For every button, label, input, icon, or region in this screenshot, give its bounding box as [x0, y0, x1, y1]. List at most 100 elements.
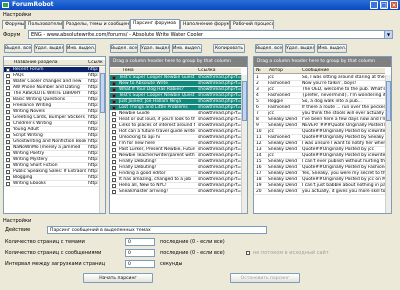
pages-topics-input[interactable]: 0	[125, 238, 155, 246]
right-invert-button[interactable]: Инв. выдел.	[317, 44, 347, 53]
row-checkbox[interactable]	[112, 178, 116, 182]
sections-grid-header: Название раздела Ссылк	[4, 60, 105, 66]
table-row[interactable]: Sneakmaster arriving! showthread.php?t=12	[110, 189, 241, 195]
row-title: Writing Ebooks	[13, 181, 46, 186]
stop-parsing-button[interactable]: Остановить парсинг	[230, 273, 300, 283]
settings-group-label: Настройки	[3, 218, 32, 224]
row-checkbox[interactable]	[6, 116, 10, 120]
row-checkbox[interactable]	[112, 106, 116, 110]
row-checkbox[interactable]	[6, 182, 10, 186]
row-checkbox[interactable]	[6, 146, 10, 150]
action-select[interactable]: Парсинг сообщений в выделенных темах	[47, 226, 267, 234]
row-checkbox[interactable]	[6, 170, 10, 174]
row-checkbox[interactable]	[6, 152, 10, 156]
scrollbar[interactable]	[385, 75, 391, 213]
right-select-all-button[interactable]: Выдел. все	[255, 44, 283, 53]
row-checkbox[interactable]	[6, 158, 10, 162]
row-checkbox[interactable]	[6, 176, 10, 180]
column-header-title[interactable]: Название раздела	[14, 60, 58, 65]
row-checkbox[interactable]	[112, 184, 116, 188]
row-checkbox[interactable]	[6, 140, 10, 144]
row-checkbox[interactable]	[112, 118, 116, 122]
group-by-hint: Drag a column header here to group by th…	[110, 57, 247, 67]
row-checkbox[interactable]	[6, 74, 10, 78]
scrollbar[interactable]	[241, 75, 247, 213]
row-checkbox[interactable]	[6, 104, 10, 108]
forum-label: Форум	[3, 32, 21, 38]
table-row[interactable]: 20 Sneaky Dend you actually, it gives you …	[254, 189, 385, 195]
interval-hint: секунды	[160, 261, 183, 267]
copy-button[interactable]: Копировать	[213, 44, 245, 53]
interval-input[interactable]: 0	[125, 260, 155, 268]
row-checkbox[interactable]	[112, 130, 116, 134]
left-select-all-button[interactable]: Выдел. все	[4, 44, 32, 53]
topics-grid-header: Тема Ссылка	[110, 68, 241, 74]
chevron-down-icon[interactable]: ▼	[384, 31, 392, 38]
row-checkbox[interactable]	[112, 82, 116, 86]
row-link: http:	[88, 181, 99, 186]
pages-messages-label: Количество страниц с сообщениями	[5, 250, 102, 256]
row-checkbox[interactable]	[6, 86, 10, 90]
messages-grid: Drag a column header here to group by th…	[253, 56, 392, 214]
column-header-link[interactable]: Ссылк	[88, 60, 103, 65]
row-checkbox[interactable]	[112, 136, 116, 140]
row-checkbox[interactable]	[6, 68, 10, 72]
row-checkbox[interactable]	[112, 190, 116, 194]
tab-workflow[interactable]: Рабочий процесс	[230, 20, 274, 29]
window-title: ForumRobot	[12, 1, 54, 8]
action-select-value: Парсинг сообщений в выделенных темах	[50, 228, 151, 233]
scrollbar[interactable]	[99, 67, 105, 213]
table-row[interactable]: Writing Ebooks http:	[4, 181, 99, 187]
messages-grid-rows: 1 jcc So, I was sitting around staring at …	[254, 75, 385, 213]
row-author: Sneaky Dend	[268, 189, 297, 194]
row-checkbox[interactable]	[112, 166, 116, 170]
source-checkbox[interactable]	[246, 251, 250, 255]
pages-topics-hint: последние (0 - если все)	[160, 239, 225, 245]
tab-users[interactable]: Пользователи	[25, 20, 63, 29]
mid-deselect-button[interactable]: Удал. выдел.	[140, 44, 170, 53]
tab-sections[interactable]: Разделы, темы и сообщения	[63, 20, 130, 29]
row-checkbox[interactable]	[6, 134, 10, 138]
column-header-message[interactable]: Сообщение	[302, 68, 329, 73]
mid-select-all-button[interactable]: Выдел. все	[110, 44, 138, 53]
row-checkbox[interactable]	[6, 122, 10, 126]
menu-settings[interactable]: Настройки	[3, 12, 31, 18]
row-checkbox[interactable]	[6, 164, 10, 168]
row-checkbox[interactable]	[6, 98, 10, 102]
column-header-num[interactable]: №	[256, 68, 261, 73]
row-checkbox[interactable]	[6, 110, 10, 114]
close-button[interactable]: ×	[390, 1, 398, 9]
row-checkbox[interactable]	[112, 88, 116, 92]
row-checkbox[interactable]	[112, 154, 116, 158]
row-checkbox[interactable]	[112, 124, 116, 128]
minimize-button[interactable]: _	[370, 1, 378, 9]
mid-invert-button[interactable]: Инв. выдел.	[172, 44, 202, 53]
maximize-button[interactable]: □	[380, 1, 388, 9]
tab-filling[interactable]: Наполнение форумов	[180, 20, 230, 29]
column-header-topic[interactable]: Тема	[122, 68, 134, 73]
left-deselect-button[interactable]: Удал. выдел.	[34, 44, 64, 53]
row-checkbox[interactable]	[6, 92, 10, 96]
row-checkbox[interactable]	[112, 172, 116, 176]
pages-messages-input[interactable]: 0	[125, 249, 155, 257]
row-checkbox[interactable]	[112, 142, 116, 146]
column-header-author[interactable]: Автор	[269, 68, 283, 73]
row-link: showthread.php?t=12	[198, 189, 241, 194]
row-checkbox[interactable]	[112, 112, 116, 116]
interval-label: Интервал между загрузками страниц	[5, 261, 105, 267]
right-deselect-button[interactable]: Удал. выдел.	[285, 44, 315, 53]
left-invert-button[interactable]: Инв. выдел.	[66, 44, 96, 53]
row-checkbox[interactable]	[112, 148, 116, 152]
row-checkbox[interactable]	[112, 76, 116, 80]
tab-forums[interactable]: Форумы	[2, 20, 25, 29]
row-checkbox[interactable]	[6, 80, 10, 84]
row-checkbox[interactable]	[112, 100, 116, 104]
row-checkbox[interactable]	[6, 128, 10, 132]
row-checkbox[interactable]	[112, 160, 116, 164]
column-header-link[interactable]: Ссылка	[198, 68, 216, 73]
row-message: you actually, it gives you more skill to…	[302, 189, 385, 194]
row-checkbox[interactable]	[112, 94, 116, 98]
tab-parsing[interactable]: Парсинг форумов	[130, 19, 180, 29]
forum-select[interactable]: ENG - www.absolutewrite.com/forums/ - Ab…	[28, 30, 393, 39]
start-parsing-button[interactable]: Начать парсинг	[83, 273, 153, 283]
